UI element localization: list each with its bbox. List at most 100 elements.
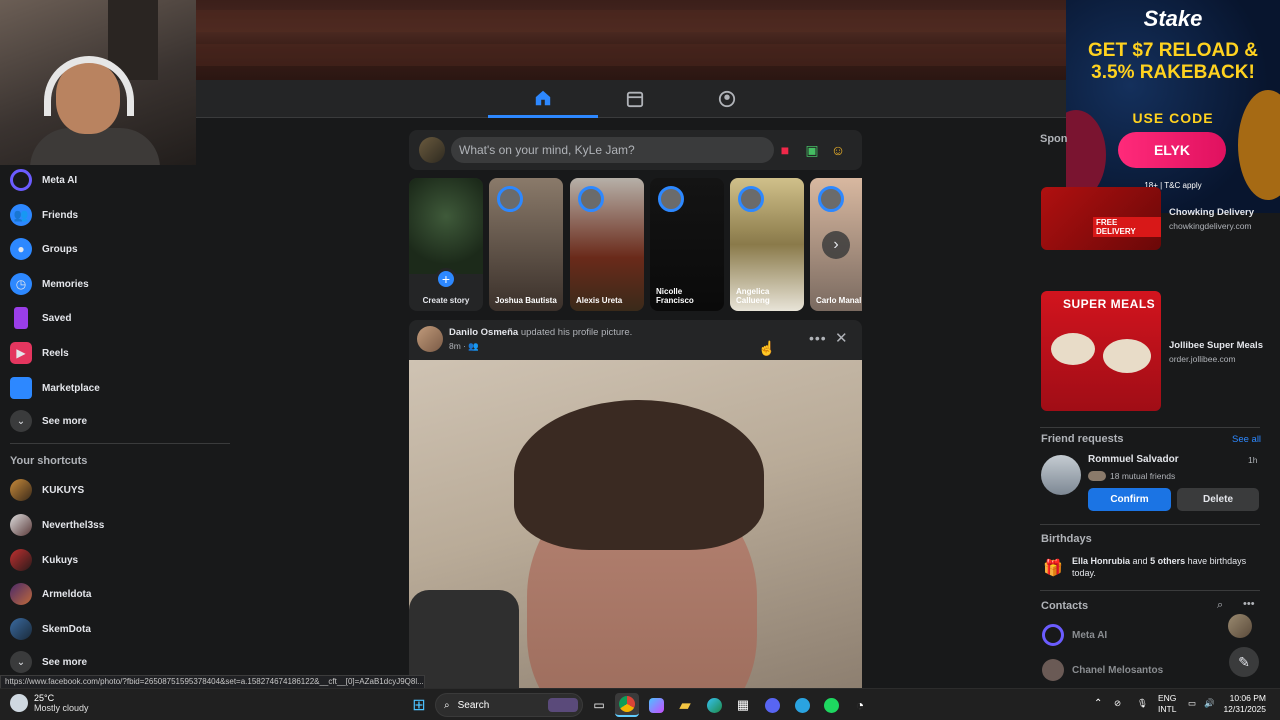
post-author-avatar[interactable] bbox=[417, 326, 443, 352]
store-icon[interactable]: ▦ bbox=[731, 693, 755, 717]
ad-food bbox=[1051, 333, 1095, 365]
taskbar-search[interactable]: ⌕ Search bbox=[435, 693, 583, 717]
telegram-icon[interactable] bbox=[790, 693, 814, 717]
nav-profile-tab[interactable] bbox=[672, 80, 782, 118]
chat-head-avatar[interactable] bbox=[1228, 614, 1252, 638]
windows-start-icon[interactable]: ⊞ bbox=[407, 693, 431, 717]
story-card[interactable]: Angelica Callueng bbox=[730, 178, 804, 311]
sidebar-item-marketplace[interactable]: Marketplace bbox=[10, 373, 100, 403]
sidebar-item-friends[interactable]: 👥 Friends bbox=[10, 200, 78, 230]
right-divider bbox=[1040, 427, 1260, 428]
discord-icon[interactable] bbox=[760, 693, 784, 717]
memories-icon: ◷ bbox=[10, 273, 32, 295]
meta-ai-icon bbox=[1042, 624, 1064, 646]
friend-request-avatar[interactable] bbox=[1041, 455, 1081, 495]
mouse-cursor: ☝ bbox=[758, 340, 776, 356]
friend-request-time: 1h bbox=[1248, 455, 1258, 465]
home-icon bbox=[535, 90, 551, 105]
sidebar-item-saved[interactable]: Saved bbox=[10, 303, 71, 333]
photo-chair bbox=[409, 590, 519, 688]
sidebar-item-reels[interactable]: ▶ Reels bbox=[10, 338, 69, 368]
post-more-button[interactable]: ••• bbox=[809, 330, 827, 346]
sidebar-item-meta-ai[interactable]: Meta AI bbox=[10, 165, 77, 195]
shortcut-item[interactable]: KUKUYS bbox=[10, 475, 84, 505]
stake-ad-overlay: Stake GET $7 RELOAD & 3.5% RAKEBACK! USE… bbox=[1066, 0, 1280, 213]
mutual-friends: 18 mutual friends bbox=[1088, 471, 1175, 481]
network-off-icon[interactable]: ⊘ bbox=[1114, 698, 1121, 709]
shortcut-item[interactable]: SkemDota bbox=[10, 614, 91, 644]
friends-icon: 👥 bbox=[10, 204, 32, 226]
chrome-icon[interactable] bbox=[615, 693, 639, 717]
post-author[interactable]: Danilo Osmeña bbox=[449, 327, 518, 338]
sponsored-ad-image[interactable]: SUPER MEALS bbox=[1041, 291, 1161, 411]
reels-icon: ▶ bbox=[10, 342, 32, 364]
create-story-card[interactable]: + Create story bbox=[409, 178, 483, 311]
post-close-button[interactable]: ✕ bbox=[835, 329, 848, 347]
photo-video-icon[interactable]: ▣ bbox=[803, 141, 821, 159]
taskbar-clock[interactable]: 10:06 PM 12/31/2025 bbox=[1223, 693, 1266, 715]
friend-request-name[interactable]: Rommuel Salvador bbox=[1088, 454, 1179, 465]
weather-widget[interactable]: 25°C Mostly cloudy bbox=[10, 693, 89, 713]
search-highlight-icon bbox=[548, 698, 578, 712]
live-video-icon[interactable]: ■ bbox=[776, 141, 794, 159]
story-card[interactable]: Joshua Bautista bbox=[489, 178, 563, 311]
contact-item[interactable]: Meta AI bbox=[1042, 623, 1107, 647]
gift-icon: 🎁 bbox=[1043, 560, 1063, 577]
ad-use-code: USE CODE bbox=[1132, 110, 1214, 126]
story-card[interactable]: Nicolle Francisco bbox=[650, 178, 724, 311]
ad-food bbox=[1103, 339, 1151, 373]
contact-avatar bbox=[1042, 659, 1064, 681]
file-explorer-icon[interactable]: ▰ bbox=[673, 693, 697, 717]
story-card[interactable]: Alexis Ureta bbox=[570, 178, 644, 311]
friends-audience-icon: 👥 bbox=[468, 341, 479, 351]
tray-overflow-icon[interactable]: ⌃ bbox=[1094, 698, 1102, 709]
sidebar-item-groups[interactable]: ● Groups bbox=[10, 234, 78, 264]
shortcut-item[interactable]: Kukuys bbox=[10, 545, 78, 575]
shortcut-avatar bbox=[10, 479, 32, 501]
shortcut-item[interactable]: Neverthel3ss bbox=[10, 510, 104, 540]
stories-next-button[interactable]: › bbox=[822, 231, 850, 259]
spotify-icon[interactable] bbox=[819, 693, 843, 717]
chevron-down-icon: ⌄ bbox=[10, 410, 32, 432]
user-avatar[interactable] bbox=[419, 137, 445, 163]
sidebar-item-memories[interactable]: ◷ Memories bbox=[10, 269, 89, 299]
story-image bbox=[409, 178, 483, 274]
task-view-icon[interactable]: ▭ bbox=[587, 693, 611, 717]
copilot-icon[interactable] bbox=[644, 693, 668, 717]
friend-requests-see-all[interactable]: See all bbox=[1232, 434, 1261, 445]
ad-code-button[interactable]: ELYK bbox=[1118, 132, 1226, 168]
shortcut-avatar bbox=[10, 583, 32, 605]
edge-icon[interactable] bbox=[702, 693, 726, 717]
sponsored-ad-text[interactable]: Jollibee Super Meals order.jollibee.com bbox=[1169, 340, 1263, 364]
shortcut-item[interactable]: Armeldota bbox=[10, 579, 91, 609]
shortcut-avatar bbox=[10, 549, 32, 571]
sponsored-heading: Spon bbox=[1040, 133, 1068, 145]
photo-hair bbox=[514, 400, 764, 550]
sidebar-see-more[interactable]: ⌄ See more bbox=[10, 406, 87, 436]
delete-button[interactable]: Delete bbox=[1177, 488, 1259, 511]
microphone-icon[interactable]: 🎙 bbox=[1137, 698, 1148, 709]
story-avatar bbox=[818, 186, 844, 212]
language-indicator[interactable]: ENG INTL bbox=[1158, 693, 1176, 715]
confirm-button[interactable]: Confirm bbox=[1088, 488, 1171, 511]
birthdays-text[interactable]: Ella Honrubia and 5 others have birthday… bbox=[1072, 555, 1257, 579]
sponsored-ad-text[interactable]: Chowking Delivery chowkingdelivery.com bbox=[1169, 207, 1254, 231]
sponsored-ad-image[interactable]: FREE DELIVERY bbox=[1041, 187, 1161, 250]
new-message-button[interactable]: ✎ bbox=[1229, 647, 1259, 677]
ad-image-text: FREE DELIVERY bbox=[1093, 217, 1161, 237]
volume-icon[interactable]: 🔊 bbox=[1204, 698, 1215, 709]
feeling-icon[interactable]: ☺ bbox=[829, 141, 847, 159]
post-photo[interactable] bbox=[409, 360, 862, 688]
contact-item[interactable]: Chanel Melosantos bbox=[1042, 658, 1163, 682]
contacts-heading: Contacts bbox=[1041, 600, 1089, 612]
shortcuts-see-more[interactable]: ⌄ See more bbox=[10, 647, 87, 677]
contacts-options-icon[interactable]: ••• bbox=[1243, 598, 1255, 610]
stake-logo: Stake bbox=[1143, 6, 1203, 31]
composer-input[interactable]: What's on your mind, KyLe Jam? bbox=[451, 137, 774, 163]
story-avatar bbox=[497, 186, 523, 212]
app-icon[interactable]: ◔ bbox=[848, 693, 872, 717]
contacts-search-icon[interactable]: ⌕ bbox=[1217, 599, 1223, 612]
display-icon[interactable]: ▭ bbox=[1188, 698, 1196, 709]
marketplace-icon bbox=[10, 377, 32, 399]
search-icon: ⌕ bbox=[444, 699, 450, 711]
